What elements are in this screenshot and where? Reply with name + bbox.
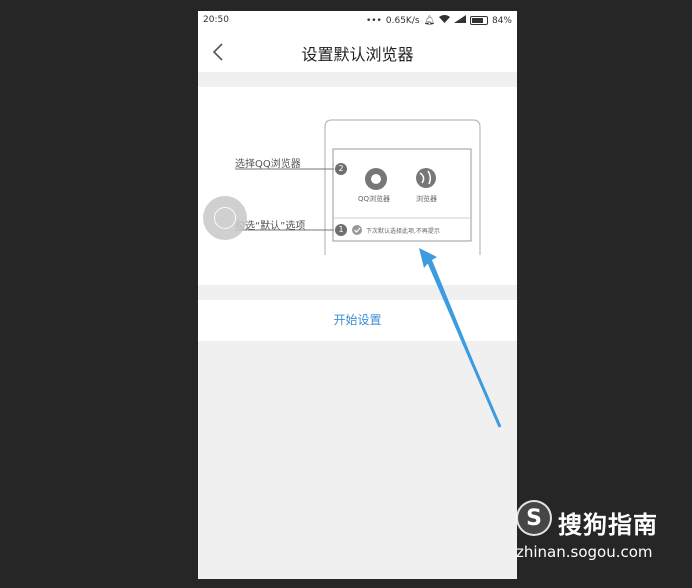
step2-badge: 2 — [335, 163, 347, 175]
step2-label: 选择QQ浏览器 — [235, 159, 301, 170]
battery-percent: 84% — [491, 15, 512, 26]
network-speed: 0.65K/s — [385, 15, 420, 26]
touch-indicator — [203, 196, 247, 240]
watermark-title: 搜狗指南 — [558, 511, 658, 539]
navigation-bar: 设置默认浏览器 — [198, 32, 517, 72]
status-time: 20:50 — [203, 15, 229, 25]
dots-icon: ••• — [365, 15, 382, 26]
wifi-icon — [438, 15, 450, 26]
start-setup-button[interactable]: 开始设置 — [198, 300, 517, 341]
sogou-logo-icon: S — [516, 500, 552, 536]
page-title: 设置默认浏览器 — [301, 45, 414, 64]
browser-chooser-illustration — [235, 119, 481, 255]
default-checkbox-text: 下次默认选择此项,不再提示 — [366, 228, 440, 235]
illustration-card: 选择QQ浏览器 勾选“默认”选项 2 1 QQ浏览器 浏览器 下次默认选择此项,… — [198, 87, 517, 285]
phone-screen: 20:50 ••• 0.65K/s 🔔︎ 84% 设置默认浏览器 选择QQ浏览器… — [198, 11, 517, 579]
signal-icon — [453, 15, 466, 26]
mute-icon: 🔔︎ — [423, 15, 435, 26]
battery-icon — [469, 16, 488, 25]
status-right-group: ••• 0.65K/s 🔔︎ 84% — [366, 15, 512, 26]
watermark-url: zhinan.sogou.com — [516, 543, 653, 561]
qq-browser-label: QQ浏览器 — [358, 195, 391, 203]
step1-badge: 1 — [335, 224, 347, 236]
browser-label: 浏览器 — [416, 195, 437, 203]
status-bar: 20:50 ••• 0.65K/s 🔔︎ 84% — [198, 11, 517, 32]
